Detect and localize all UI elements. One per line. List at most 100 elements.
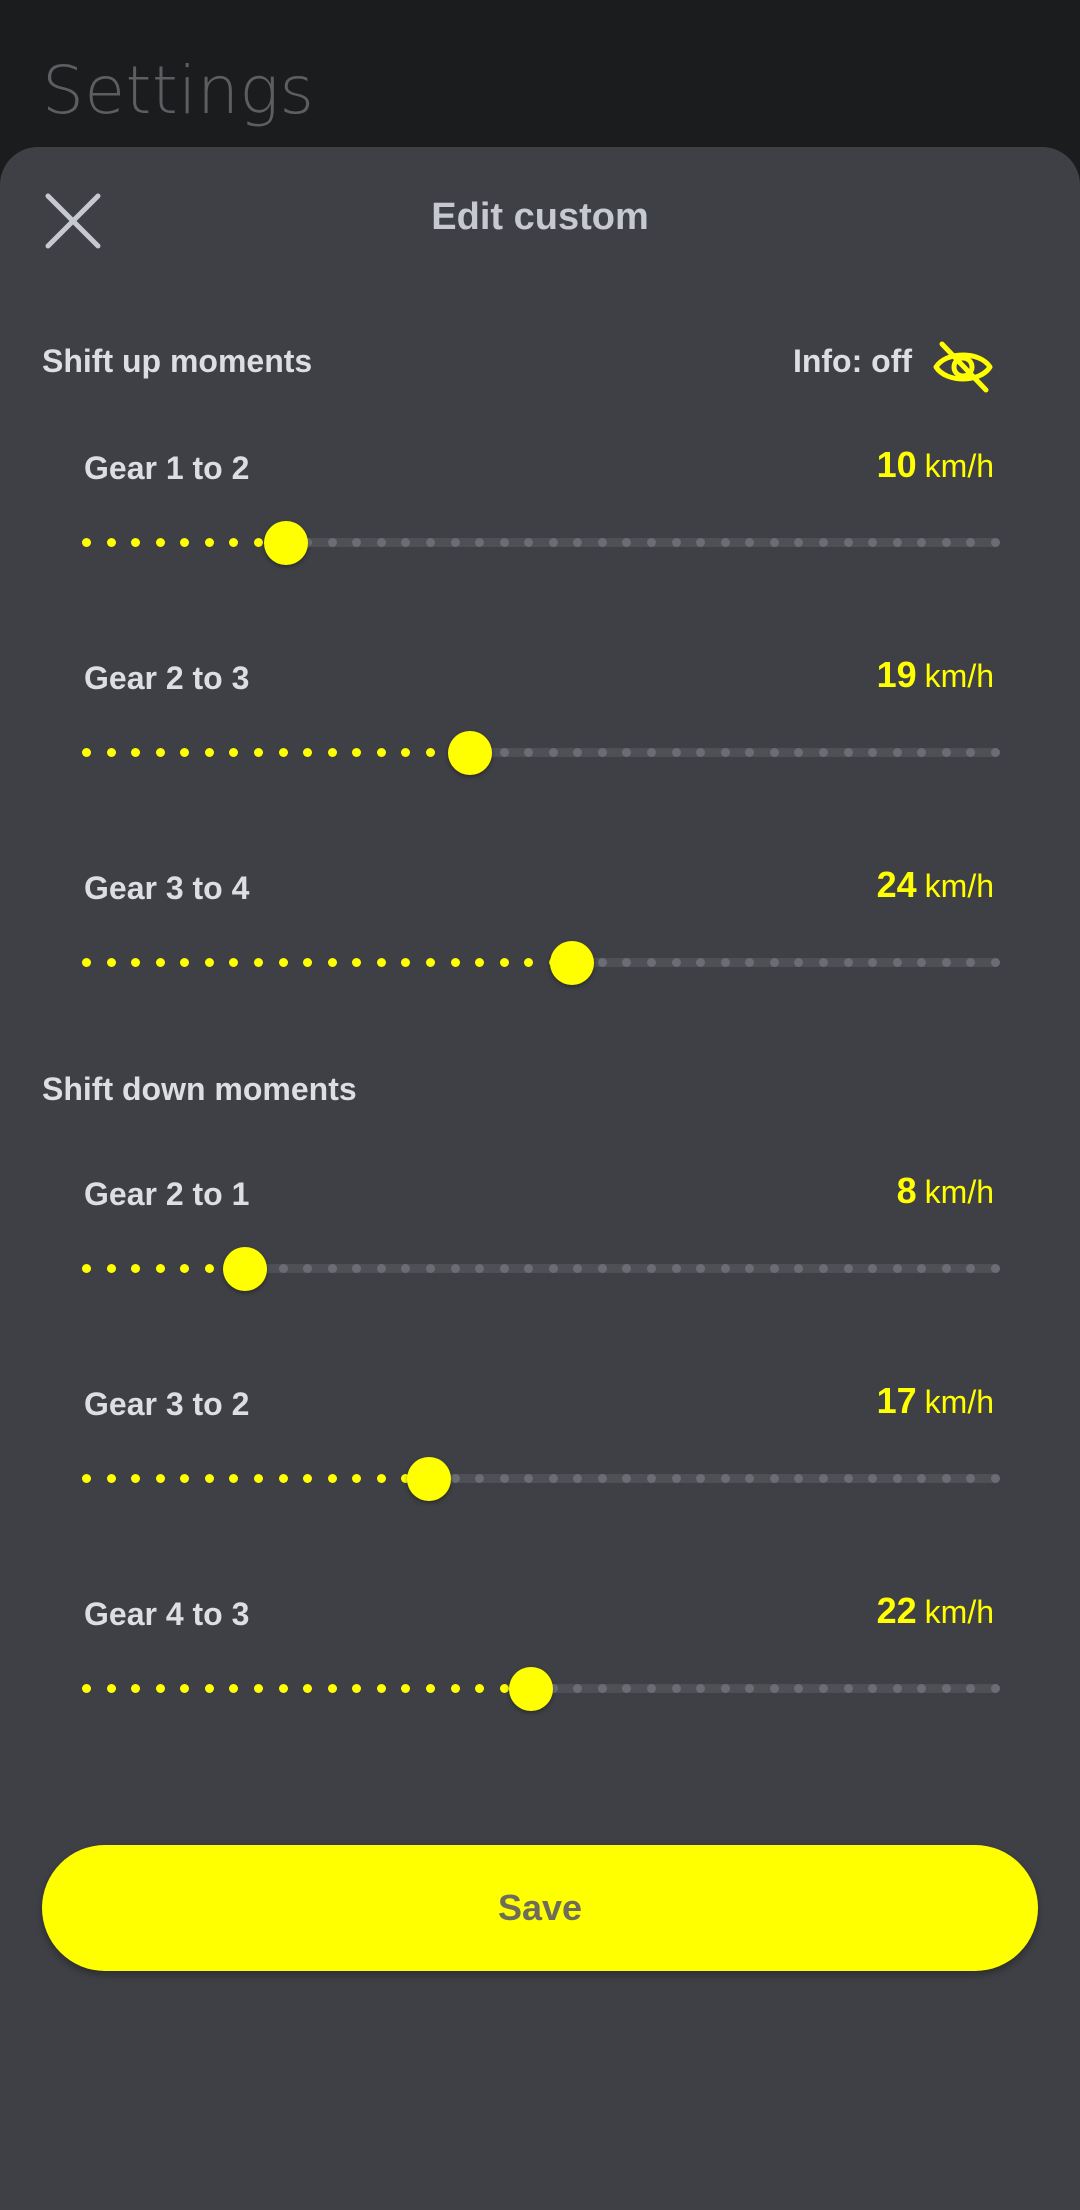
gear-value: 10 km/h [877, 444, 994, 486]
gear-row-2-to-1: Gear 2 to 1 8 km/h [0, 1170, 1080, 1376]
slider-tick [229, 748, 239, 757]
slider-tick [204, 538, 214, 547]
slider-tick [597, 1474, 607, 1483]
slider-tick [573, 538, 583, 547]
slider-tick [425, 538, 435, 547]
slider-tick [892, 1684, 902, 1693]
slider-tick [155, 538, 165, 547]
shift-down-section-title: Shift down moments [42, 1071, 357, 1107]
gear-value: 8 km/h [897, 1170, 994, 1212]
slider-tick [720, 1264, 730, 1273]
slider-tick [671, 1474, 681, 1483]
slider-tick [966, 1474, 976, 1483]
slider-tick [155, 748, 165, 757]
slider-tick [352, 1474, 362, 1483]
slider-tick [597, 958, 607, 967]
slider-tick [352, 538, 362, 547]
slider-tick [819, 538, 829, 547]
slider-tick [647, 1474, 657, 1483]
slider-tick [720, 1684, 730, 1693]
slider-tick [843, 958, 853, 967]
slider-tick [82, 1684, 91, 1693]
gear-value-number: 19 [876, 654, 917, 695]
slider-tick [819, 1264, 829, 1273]
gear-slider[interactable] [82, 1667, 1000, 1711]
slider-thumb[interactable] [406, 1457, 451, 1501]
slider-tick [204, 748, 214, 757]
slider-tick [622, 748, 632, 757]
slider-tick [819, 958, 829, 967]
slider-tick [82, 958, 91, 967]
slider-tick [253, 958, 263, 967]
slider-tick [917, 1264, 927, 1273]
gear-value: 19 km/h [877, 654, 994, 696]
slider-tick [548, 1264, 558, 1273]
slider-tick [941, 1474, 951, 1483]
slider-thumb[interactable] [549, 941, 594, 985]
slider-thumb[interactable] [508, 1667, 553, 1711]
slider-tick [475, 1684, 485, 1693]
slider-tick [794, 1474, 804, 1483]
slider-tick [131, 1264, 141, 1273]
gear-label: Gear 4 to 3 [84, 1596, 250, 1632]
slider-thumb[interactable] [264, 521, 308, 565]
gear-value-number: 10 [876, 444, 917, 485]
slider-tick [180, 1474, 190, 1483]
slider-tick [745, 958, 755, 967]
gear-value-unit: km/h [924, 868, 994, 904]
slider-tick [941, 538, 951, 547]
slider-thumb[interactable] [223, 1247, 268, 1291]
sheet-title: Edit custom [431, 196, 649, 238]
slider-tick [622, 1474, 632, 1483]
slider-tick [941, 1264, 951, 1273]
slider-tick [327, 1264, 337, 1273]
slider-track [82, 1264, 1000, 1273]
slider-tick [720, 538, 730, 547]
slider-tick [204, 1264, 214, 1273]
slider-tick [229, 958, 239, 967]
slider-tick [696, 538, 706, 547]
slider-tick [794, 1684, 804, 1693]
gear-slider[interactable] [82, 731, 1000, 775]
slider-thumb[interactable] [447, 731, 492, 775]
slider-tick [131, 538, 141, 547]
slider-tick [794, 1264, 804, 1273]
slider-tick [278, 1264, 288, 1273]
info-toggle-button[interactable] [932, 338, 994, 396]
gear-value: 22 km/h [877, 1590, 994, 1632]
slider-tick [597, 1264, 607, 1273]
slider-tick [82, 1474, 91, 1483]
slider-tick [327, 538, 337, 547]
slider-tick [376, 1474, 386, 1483]
slider-track [82, 958, 1000, 967]
background-page-title: Settings [42, 52, 315, 129]
slider-track [82, 538, 1000, 547]
slider-tick [524, 538, 534, 547]
slider-tick [352, 958, 362, 967]
gear-slider[interactable] [82, 1247, 1000, 1291]
eye-off-icon [933, 341, 993, 393]
slider-track [82, 1474, 1000, 1483]
slider-tick [941, 958, 951, 967]
slider-tick [671, 1264, 681, 1273]
gear-slider[interactable] [82, 941, 1000, 985]
slider-tick [303, 1264, 313, 1273]
info-toggle-label[interactable]: Info: off [793, 343, 912, 380]
slider-tick [671, 538, 681, 547]
slider-tick [180, 538, 190, 547]
slider-tick [622, 538, 632, 547]
gear-row-1-to-2: Gear 1 to 2 10 km/h [0, 444, 1080, 650]
slider-tick [868, 1684, 878, 1693]
gear-slider[interactable] [82, 521, 1000, 565]
slider-tick [180, 958, 190, 967]
save-button[interactable]: Save [42, 1845, 1038, 1971]
slider-tick [229, 1684, 239, 1693]
slider-tick [106, 748, 116, 757]
slider-tick [892, 1264, 902, 1273]
slider-tick [303, 958, 313, 967]
slider-tick [696, 1684, 706, 1693]
slider-tick [475, 1264, 485, 1273]
slider-tick [106, 958, 116, 967]
slider-tick [401, 1684, 411, 1693]
gear-slider[interactable] [82, 1457, 1000, 1501]
